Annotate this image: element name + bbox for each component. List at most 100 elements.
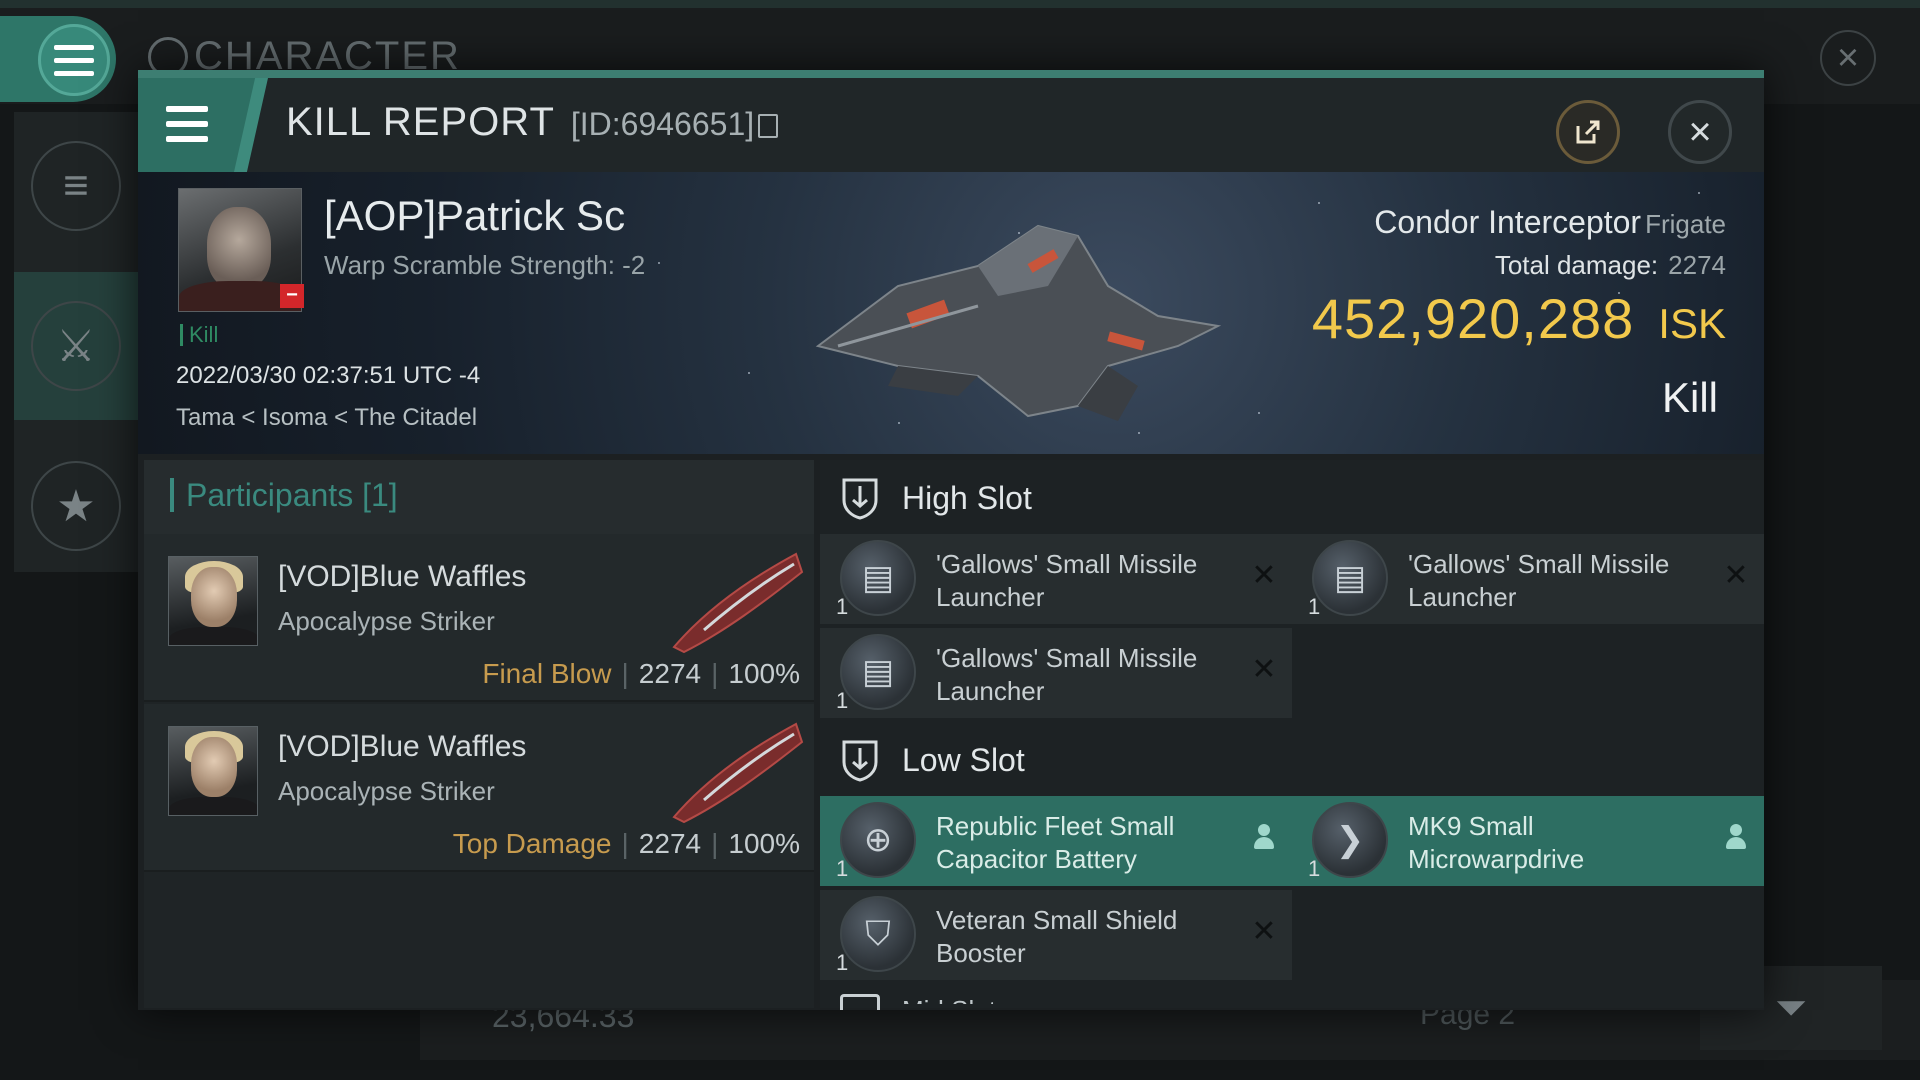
mid-slot-label: Mid Slot — [902, 990, 1022, 1004]
total-damage-label: Total damage: — [1494, 250, 1659, 280]
top-damage-tag: Top Damage — [452, 828, 612, 859]
microwarpdrive-icon: ❯ — [1312, 802, 1388, 878]
high-slot-icon — [842, 478, 878, 520]
module-item[interactable]: ▤ 1 'Gallows' Small Missile Launcher ✕ — [1292, 534, 1764, 624]
crossed-swords-icon: ⚔ — [31, 301, 121, 391]
module-qty: 1 — [1308, 856, 1321, 881]
low-slot-label: Low Slot — [902, 742, 1025, 778]
low-slot-header: Low Slot — [820, 722, 1764, 796]
report-title-text: KILL REPORT — [286, 100, 555, 144]
shield-booster-icon: ⛉ — [840, 896, 916, 972]
module-item[interactable]: ▤ 1 'Gallows' Small Missile Launcher ✕ — [820, 534, 1292, 624]
participant-name[interactable]: [VOD]Blue Waffles — [278, 730, 526, 764]
close-button[interactable]: × — [1668, 100, 1732, 164]
capacitor-battery-icon: ⊕ — [840, 802, 916, 878]
top-edge — [0, 0, 1920, 8]
module-name: Republic Fleet Small Capacitor Battery — [936, 811, 1175, 874]
background-side-nav: ≡ ⚔ ★ — [14, 112, 138, 572]
module-qty: 1 — [836, 856, 849, 881]
side-nav-menu[interactable]: ≡ — [14, 112, 138, 260]
victim-ship[interactable]: Condor Interceptor Frigate — [1374, 204, 1726, 241]
share-button[interactable] — [1556, 100, 1620, 164]
participant-name[interactable]: [VOD]Blue Waffles — [278, 560, 526, 594]
victim-name[interactable]: [AOP]Patrick Sc — [324, 192, 625, 240]
destroyed-icon: ✕ — [1251, 653, 1277, 686]
report-title: KILL REPORT [ID:6946651] — [286, 100, 779, 145]
module-name: 'Gallows' Small Missile Launcher — [936, 549, 1198, 612]
module-name: 'Gallows' Small Missile Launcher — [936, 643, 1198, 706]
module-item[interactable]: ▤ 1 'Gallows' Small Missile Launcher ✕ — [820, 628, 1292, 718]
side-nav-combat[interactable]: ⚔ — [14, 272, 138, 420]
module-name: 'Gallows' Small Missile Launcher — [1408, 549, 1670, 612]
module-item[interactable]: ⊕ 1 Republic Fleet Small Capacitor Batte… — [820, 796, 1292, 886]
mid-slot-icon — [840, 994, 880, 1010]
module-qty: 1 — [836, 950, 849, 975]
report-id[interactable]: [ID:6946651] — [571, 106, 779, 143]
copy-icon[interactable] — [758, 114, 779, 138]
missile-launcher-icon: ▤ — [1312, 540, 1388, 616]
participants-panel: Participants [1] [VOD]Blue Waffles Apoca… — [144, 460, 814, 1008]
list-icon: ≡ — [31, 141, 121, 231]
kill-location[interactable]: Tama < Isoma < The Citadel — [176, 404, 477, 432]
ship-class: Frigate — [1645, 209, 1726, 239]
menu-icon — [166, 106, 208, 142]
participant-ship-image — [672, 722, 804, 824]
missile-launcher-icon: ▤ — [840, 634, 916, 710]
participant-ship: Apocalypse Striker — [278, 606, 495, 636]
isk-value: 452,920,288 ISK — [1312, 286, 1726, 351]
close-icon: × — [1688, 109, 1712, 154]
module-name: MK9 Small Microwarpdrive — [1408, 811, 1585, 874]
participant-stats: Top Damage | 2274 | 100% — [452, 828, 800, 859]
dropped-icon — [1252, 824, 1276, 854]
module-item[interactable]: ⛉ 1 Veteran Small Shield Booster ✕ — [820, 890, 1292, 980]
module-item[interactable]: ❯ 1 MK9 Small Microwarpdrive — [1292, 796, 1764, 886]
fitting-panel: High Slot ▤ 1 'Gallows' Small Missile La… — [820, 460, 1764, 1010]
destroyed-icon: ✕ — [1723, 559, 1749, 592]
participant-damage: 2274 — [638, 658, 702, 689]
star-icon: ★ — [31, 461, 121, 551]
participant-ship-image — [672, 552, 804, 654]
final-blow-tag: Final Blow — [482, 658, 612, 689]
share-icon — [1576, 120, 1600, 144]
modal-header: KILL REPORT [ID:6946651] × — [138, 78, 1764, 172]
isk-unit: ISK — [1658, 300, 1726, 347]
modal-top-accent — [138, 70, 1764, 78]
kill-report-modal: KILL REPORT [ID:6946651] × − [AOP]Patric… — [138, 70, 1764, 1010]
module-qty: 1 — [1308, 594, 1321, 619]
participant-row[interactable]: [VOD]Blue Waffles Apocalypse Striker Top… — [144, 704, 814, 872]
low-slot-icon — [842, 740, 878, 782]
destroyed-icon: ✕ — [1251, 915, 1277, 948]
result-label: Kill — [1661, 374, 1718, 421]
participant-stats: Final Blow | 2274 | 100% — [482, 658, 800, 689]
participant-percent: 100% — [728, 658, 800, 689]
high-slot-label: High Slot — [902, 480, 1032, 516]
victim-summary: − [AOP]Patrick Sc Warp Scramble Strength… — [138, 172, 1764, 454]
side-nav-favorites[interactable]: ★ — [14, 432, 138, 580]
participant-portrait[interactable] — [168, 556, 258, 646]
menu-icon — [38, 24, 110, 96]
victim-ship-image[interactable] — [778, 196, 1258, 436]
total-damage: Total damage: 2274 — [1495, 250, 1726, 281]
total-damage-value: 2274 — [1668, 250, 1726, 280]
hostile-badge: − — [280, 284, 304, 308]
participants-label: Participants — [186, 477, 354, 513]
filter-icon: ⏷ — [1775, 985, 1807, 1030]
participant-portrait[interactable] — [168, 726, 258, 816]
destroyed-icon: ✕ — [1251, 559, 1277, 592]
ship-name: Condor Interceptor — [1374, 204, 1642, 240]
main-menu-button[interactable] — [0, 16, 116, 102]
module-qty: 1 — [836, 688, 849, 713]
module-qty: 1 — [836, 594, 849, 619]
kill-datetime: 2022/03/30 02:37:51 UTC -4 — [176, 362, 481, 389]
warp-scramble-strength: Warp Scramble Strength: -2 — [324, 250, 646, 280]
high-slot-header: High Slot — [820, 460, 1764, 534]
participant-percent: 100% — [728, 828, 800, 859]
module-name: Veteran Small Shield Booster — [936, 905, 1178, 968]
kill-tag: Kill — [180, 324, 218, 346]
dropped-icon — [1724, 824, 1748, 854]
participants-count: [1] — [362, 477, 398, 513]
background-close-button[interactable]: × — [1820, 30, 1876, 86]
missile-launcher-icon: ▤ — [840, 540, 916, 616]
participant-row[interactable]: [VOD]Blue Waffles Apocalypse Striker Fin… — [144, 534, 814, 702]
participant-ship: Apocalypse Striker — [278, 776, 495, 806]
